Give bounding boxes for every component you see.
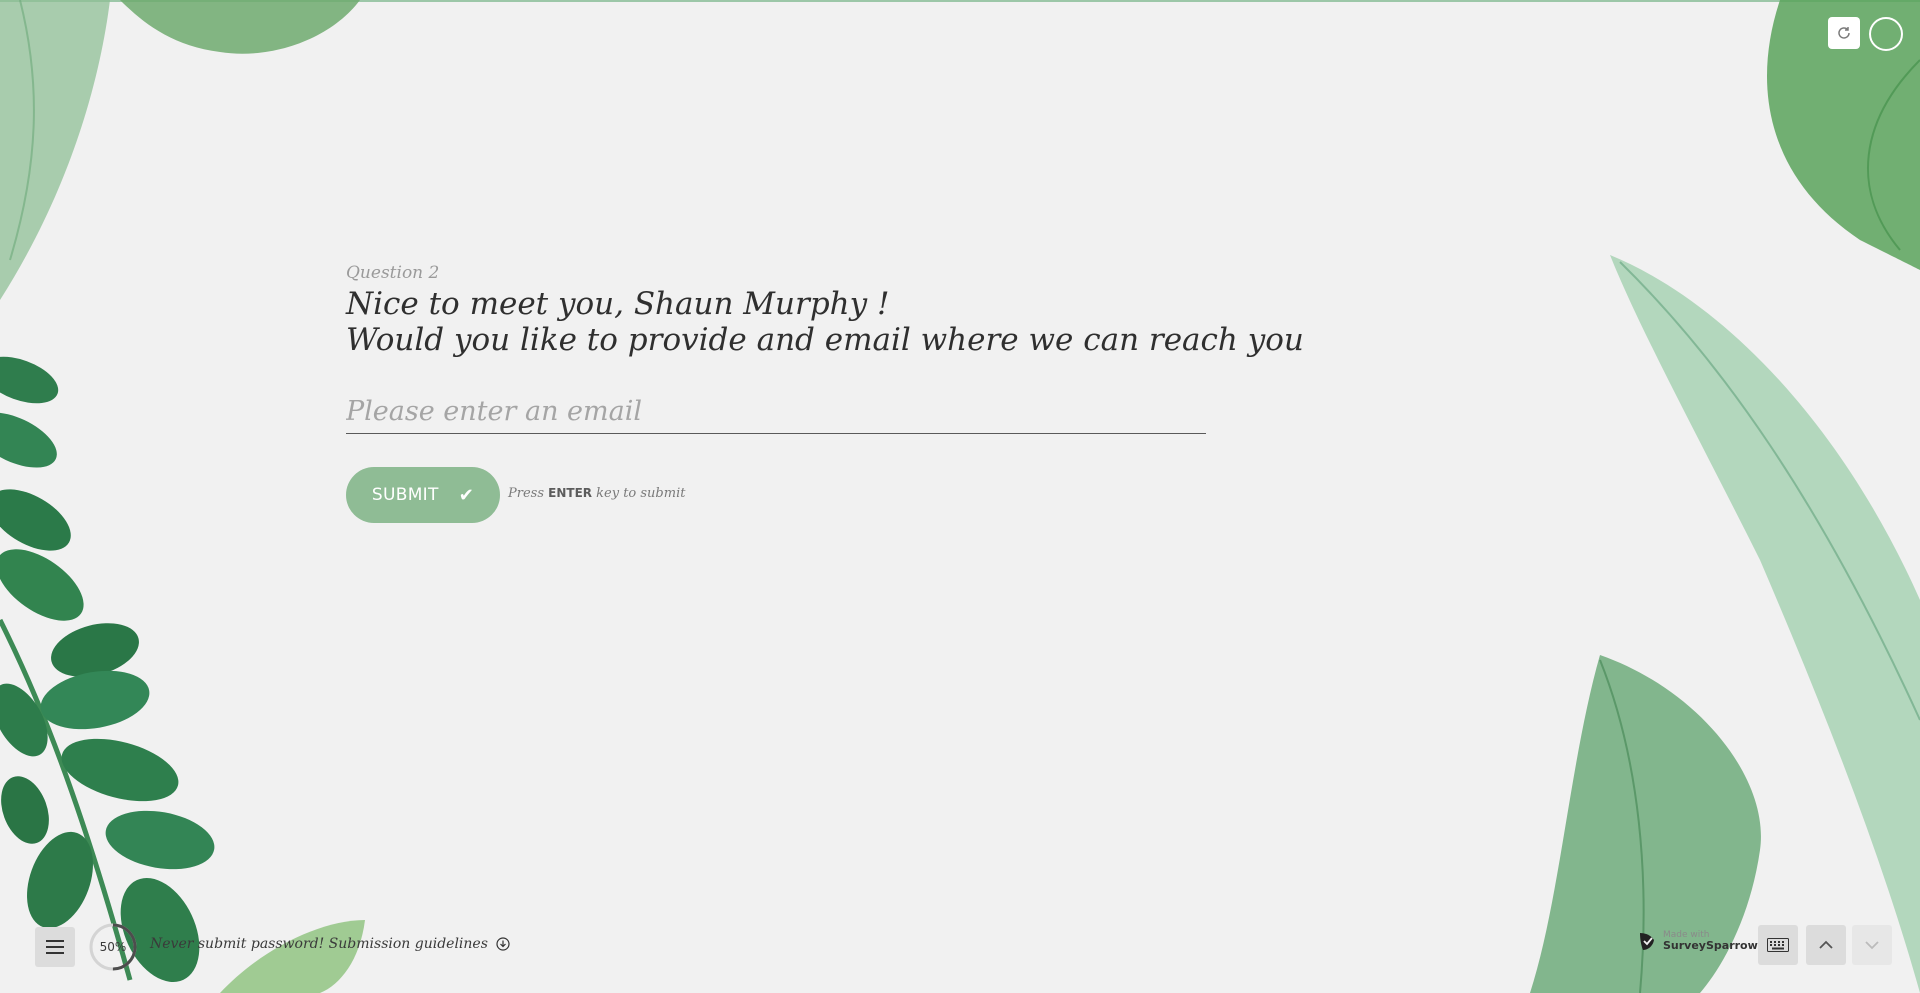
hint-post: key to submit [596, 486, 686, 501]
keyboard-icon [1767, 938, 1789, 952]
guidelines-text: Never submit password! Submission guidel… [150, 936, 488, 952]
check-icon: ✔ [458, 484, 475, 506]
menu-button[interactable] [35, 927, 75, 967]
chevron-up-icon [1819, 940, 1833, 949]
submit-label: SUBMIT [371, 485, 439, 505]
hint-key: ENTER [548, 486, 593, 500]
question-number: Question 2 [346, 263, 440, 283]
chevron-down-icon [1865, 941, 1879, 950]
email-field-wrapper [346, 392, 1206, 434]
download-icon [496, 937, 510, 951]
question-title-line2: Would you like to provide and email wher… [346, 322, 1304, 358]
leaf-decoration [0, 0, 1920, 993]
submit-hint: Press ENTER key to submit [508, 486, 685, 501]
refresh-icon [1838, 27, 1850, 39]
next-question-button[interactable] [1852, 925, 1892, 965]
menu-icon [46, 940, 64, 954]
brand-text: Made with SurveySparrow [1663, 930, 1758, 952]
hint-pre: Press [508, 486, 544, 501]
submission-guidelines[interactable]: Never submit password! Submission guidel… [150, 936, 510, 952]
question-title: Nice to meet you, Shaun Murphy ! Would y… [346, 286, 1304, 358]
keyboard-button[interactable] [1758, 925, 1798, 965]
submit-button[interactable]: SUBMIT ✔ [346, 467, 500, 523]
sparrow-logo-icon [1640, 933, 1654, 950]
brand-name: SurveySparrow [1663, 939, 1758, 952]
progress-label: 50% [99, 940, 127, 954]
email-field[interactable] [346, 392, 1206, 433]
previous-question-button[interactable] [1806, 925, 1846, 965]
question-title-line1: Nice to meet you, Shaun Murphy ! [346, 286, 890, 322]
brand-badge[interactable]: Made with SurveySparrow [1637, 930, 1758, 952]
info-button[interactable] [1869, 17, 1903, 51]
refresh-button[interactable] [1828, 17, 1860, 49]
top-accent-line [0, 0, 1920, 2]
